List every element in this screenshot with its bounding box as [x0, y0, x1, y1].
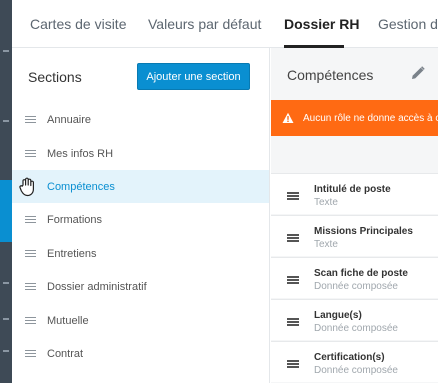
pencil-icon[interactable]: [411, 66, 425, 80]
section-label: Mes infos RH: [47, 147, 114, 160]
field-name: Missions Principales: [314, 226, 413, 237]
field-row-intitule-de-poste[interactable]: Intitulé de poste Texte: [271, 173, 438, 214]
field-row-certifications[interactable]: Certification(s) Donnée composée: [271, 341, 438, 382]
field-type: Donnée composée: [314, 281, 398, 292]
tab-dossier-rh[interactable]: Dossier RH: [284, 16, 359, 32]
section-item-competences[interactable]: Compétences: [12, 170, 269, 203]
app-nav-rail: [0, 0, 12, 383]
tab-gestion[interactable]: Gestion de: [378, 16, 438, 32]
drag-handle-icon[interactable]: [287, 360, 299, 368]
field-name: Certification(s): [314, 352, 385, 363]
section-detail-title: Compétences: [287, 67, 374, 83]
section-label: Dossier administratif: [47, 280, 147, 293]
field-name: Intitulé de poste: [314, 184, 391, 195]
field-type: Donnée composée: [314, 323, 398, 334]
drag-handle-icon[interactable]: [25, 282, 36, 291]
add-section-button[interactable]: Ajouter une section: [137, 63, 250, 90]
sections-panel: Sections Ajouter une section Annuaire Me…: [12, 48, 270, 383]
drag-handle-icon[interactable]: [287, 276, 299, 284]
rail-item[interactable]: [3, 350, 9, 352]
drag-handle-icon[interactable]: [287, 234, 299, 242]
drag-handle-icon[interactable]: [25, 115, 36, 124]
section-item-entretiens[interactable]: Entretiens: [12, 237, 269, 270]
grab-hand-icon: [19, 177, 34, 197]
settings-tabs: Cartes de visite Valeurs par défaut Doss…: [12, 0, 438, 48]
section-detail-header: Compétences: [271, 48, 438, 100]
section-label: Compétences: [47, 180, 115, 193]
section-item-mes-infos-rh[interactable]: Mes infos RH: [12, 137, 269, 170]
section-item-annuaire[interactable]: Annuaire: [12, 103, 269, 136]
drag-handle-icon[interactable]: [25, 349, 36, 358]
section-item-mutuelle[interactable]: Mutuelle: [12, 304, 269, 337]
tab-cartes-de-visite[interactable]: Cartes de visite: [30, 16, 126, 32]
warning-icon: [282, 112, 294, 123]
section-label: Formations: [47, 213, 103, 226]
section-label: Mutuelle: [47, 314, 89, 327]
section-detail-panel: Compétences Aucun rôle ne donne accès à …: [271, 48, 438, 383]
section-item-formations[interactable]: Formations: [12, 203, 269, 236]
drag-handle-icon[interactable]: [287, 318, 299, 326]
sections-title: Sections: [28, 69, 82, 85]
rail-active-item[interactable]: [0, 180, 12, 242]
field-row-scan-fiche-de-poste[interactable]: Scan fiche de poste Donnée composée: [271, 257, 438, 298]
rail-item[interactable]: [3, 282, 9, 284]
section-label: Entretiens: [47, 247, 97, 260]
rail-item[interactable]: [3, 50, 9, 52]
field-type: Texte: [314, 197, 338, 208]
field-name: Scan fiche de poste: [314, 268, 408, 279]
section-item-contrat[interactable]: Contrat: [12, 337, 269, 370]
drag-handle-icon[interactable]: [25, 149, 36, 158]
rail-item[interactable]: [3, 318, 9, 320]
section-item-dossier-administratif[interactable]: Dossier administratif: [12, 270, 269, 303]
rail-item[interactable]: [3, 120, 9, 122]
section-label: Annuaire: [47, 113, 92, 126]
field-type: Donnée composée: [314, 365, 398, 376]
drag-handle-icon[interactable]: [25, 316, 36, 325]
drag-handle-icon[interactable]: [25, 249, 36, 258]
field-row-missions-principales[interactable]: Missions Principales Texte: [271, 215, 438, 256]
access-warning-banner: Aucun rôle ne donne accès à c: [271, 100, 438, 136]
section-label: Contrat: [47, 347, 84, 360]
field-type: Texte: [314, 239, 338, 250]
warning-text: Aucun rôle ne donne accès à c: [303, 112, 438, 124]
field-row-langues[interactable]: Langue(s) Donnée composée: [271, 299, 438, 340]
field-name: Langue(s): [314, 310, 362, 321]
tab-valeurs-par-defaut[interactable]: Valeurs par défaut: [148, 16, 261, 32]
drag-handle-icon[interactable]: [25, 215, 36, 224]
drag-handle-icon[interactable]: [287, 192, 299, 200]
